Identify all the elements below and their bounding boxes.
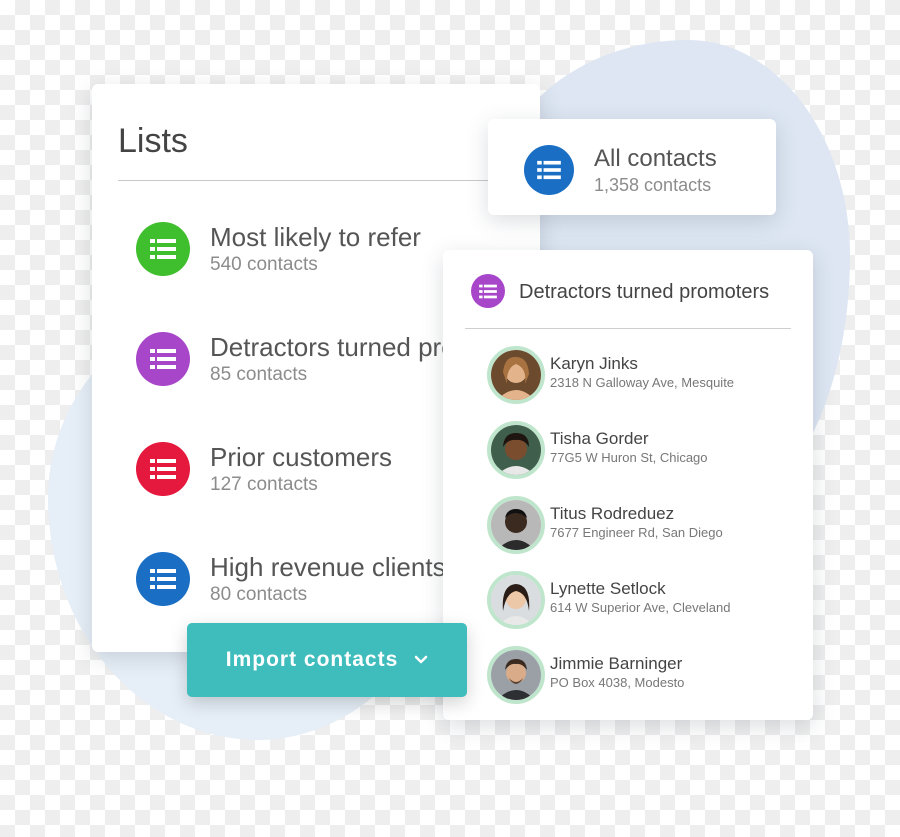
list-icon (136, 552, 190, 606)
list-item-name: High revenue clients (210, 552, 446, 582)
list-item-count: 540 contacts (210, 254, 318, 275)
avatar (487, 346, 545, 404)
list-item-count: 80 contacts (210, 584, 308, 605)
contact-name: Titus Rodreduez (550, 504, 675, 523)
lists-title: Lists (118, 122, 188, 160)
avatar (487, 496, 545, 554)
contact-address: 77G5 W Huron St, Chicago (550, 450, 708, 465)
avatar (487, 421, 545, 479)
contact-name: Tisha Gorder (550, 429, 649, 448)
import-contacts-label: Import contacts (225, 648, 399, 671)
import-contacts-button[interactable]: Import contacts (187, 623, 467, 697)
contact-row[interactable]: Titus Rodreduez 7677 Engineer Rd, San Di… (487, 496, 787, 554)
contact-name: Lynette Setlock (550, 579, 666, 598)
list-item-name: Prior customers (210, 442, 393, 472)
detractors-title: Detractors turned promoters (519, 281, 770, 303)
list-icon (471, 274, 505, 308)
all-contacts-name: All contacts (594, 145, 717, 172)
all-contacts-card[interactable]: All contacts 1,358 contacts (488, 119, 776, 215)
contact-address: 7677 Engineer Rd, San Diego (550, 525, 723, 540)
contact-address: 2318 N Galloway Ave, Mesquite (550, 375, 735, 390)
avatar (487, 646, 545, 704)
list-icon (136, 332, 190, 386)
lists-divider (118, 180, 514, 181)
contact-row[interactable]: Karyn Jinks 2318 N Galloway Ave, Mesquit… (487, 346, 787, 404)
all-contacts-count: 1,358 contacts (594, 175, 712, 195)
list-item-name: Most likely to refer (210, 222, 421, 252)
contact-row[interactable]: Lynette Setlock 614 W Superior Ave, Clev… (487, 571, 787, 629)
list-item-count: 85 contacts (210, 364, 308, 385)
detractors-divider (465, 328, 791, 329)
contact-address: 614 W Superior Ave, Cleveland (550, 600, 731, 615)
contact-row[interactable]: Tisha Gorder 77G5 W Huron St, Chicago (487, 421, 787, 479)
list-icon (136, 442, 190, 496)
contact-name: Karyn Jinks (550, 354, 638, 373)
chevron-down-icon (414, 655, 428, 665)
contact-name: Jimmie Barninger (550, 654, 683, 673)
detractors-panel: Detractors turned promoters Karyn Jinks … (443, 250, 813, 720)
contact-address: PO Box 4038, Modesto (550, 675, 685, 690)
list-icon (136, 222, 190, 276)
list-icon (524, 145, 574, 195)
list-item-count: 127 contacts (210, 474, 318, 495)
contact-row[interactable]: Jimmie Barninger PO Box 4038, Modesto (487, 646, 787, 704)
avatar (487, 571, 545, 629)
